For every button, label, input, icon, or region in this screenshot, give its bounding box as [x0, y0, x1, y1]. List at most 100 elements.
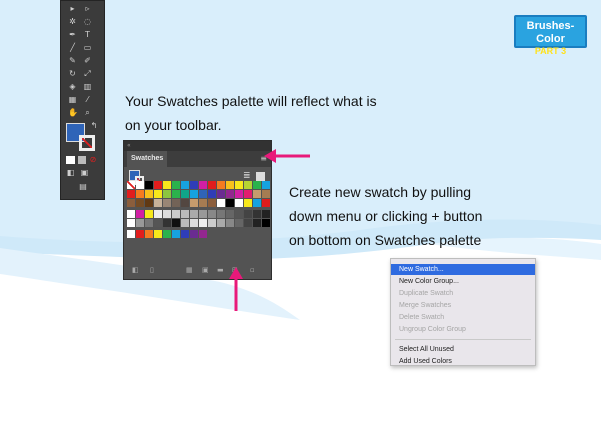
stroke-color-swatch[interactable]	[79, 135, 95, 151]
swatch-chip[interactable]	[136, 210, 144, 218]
swatch-chip[interactable]	[190, 181, 198, 189]
swatch-chip[interactable]	[181, 230, 189, 238]
swatch-chip[interactable]	[190, 190, 198, 198]
swatch-chip[interactable]	[208, 219, 216, 227]
swatch-chip[interactable]	[226, 210, 234, 218]
swatch-chip[interactable]	[235, 210, 243, 218]
swatch-chip[interactable]	[199, 190, 207, 198]
swatch-chip[interactable]	[235, 199, 243, 207]
menu-item-new-swatch[interactable]: New Swatch...	[391, 264, 535, 275]
swatch-chip[interactable]	[136, 181, 144, 189]
swatch-chip[interactable]	[163, 210, 171, 218]
hand-tool-icon[interactable]: ✋	[68, 109, 78, 117]
swatch-chip[interactable]	[127, 210, 135, 218]
scale-tool-icon[interactable]: ⤢	[83, 70, 92, 78]
swatch-chip[interactable]	[163, 181, 171, 189]
swatch-chip[interactable]	[226, 190, 234, 198]
swatch-chip[interactable]	[217, 210, 225, 218]
swatch-chip[interactable]	[199, 181, 207, 189]
show-kind-icon[interactable]: ▯	[150, 267, 158, 274]
gradient-mode-icon[interactable]	[78, 156, 86, 164]
swatch-chip[interactable]	[127, 219, 135, 227]
gradient-tool-icon[interactable]: ▦	[68, 96, 77, 104]
swatch-chip[interactable]	[253, 199, 261, 207]
menu-item-add-used-colors[interactable]: Add Used Colors	[391, 356, 535, 365]
swatch-chip[interactable]	[172, 219, 180, 227]
swatch-chip[interactable]	[127, 199, 135, 207]
swatch-chip[interactable]	[208, 199, 216, 207]
swatch-chip[interactable]	[172, 230, 180, 238]
menu-item-merge-swatches[interactable]: Merge Swatches	[391, 300, 535, 311]
swatch-chip[interactable]	[253, 181, 261, 189]
paintbrush-tool-icon[interactable]: ✎	[68, 57, 77, 65]
color-group-icon[interactable]: ▣	[202, 267, 210, 274]
swatch-chip[interactable]	[172, 199, 180, 207]
collapse-icon[interactable]: «	[127, 141, 131, 151]
swatch-chip[interactable]	[136, 230, 144, 238]
swatch-chip[interactable]	[154, 230, 162, 238]
menu-item-delete-swatch[interactable]: Delete Swatch	[391, 312, 535, 323]
swatch-chip[interactable]	[181, 190, 189, 198]
swatch-options-icon[interactable]: ▦	[186, 267, 194, 274]
swatch-chip[interactable]	[181, 210, 189, 218]
swatch-chip[interactable]	[199, 210, 207, 218]
swatch-chip[interactable]	[181, 199, 189, 207]
swatch-chip[interactable]	[226, 199, 234, 207]
column-graph-tool-icon[interactable]: ▥	[83, 83, 92, 91]
rotate-tool-icon[interactable]: ↻	[68, 70, 77, 78]
swatch-chip[interactable]	[154, 190, 162, 198]
swatch-chip[interactable]	[244, 219, 252, 227]
swatch-chip[interactable]	[127, 190, 135, 198]
swatch-chip[interactable]	[262, 199, 270, 207]
eyedropper-tool-icon[interactable]: ⁄	[83, 96, 92, 104]
swatch-chip[interactable]	[244, 210, 252, 218]
direct-selection-tool-icon[interactable]: ▹	[83, 5, 92, 13]
magic-wand-tool-icon[interactable]: ✲	[68, 18, 77, 26]
menu-item-duplicate-swatch[interactable]: Duplicate Swatch	[391, 288, 535, 299]
swatch-chip[interactable]	[190, 199, 198, 207]
swatch-chip[interactable]	[190, 230, 198, 238]
swatch-chip[interactable]	[154, 181, 162, 189]
swatch-chip[interactable]	[217, 219, 225, 227]
swatch-chip[interactable]	[199, 219, 207, 227]
swatch-chip[interactable]	[127, 181, 135, 189]
swatch-chip[interactable]	[181, 219, 189, 227]
swatch-chip[interactable]	[181, 181, 189, 189]
swatch-chip[interactable]	[190, 219, 198, 227]
none-mode-icon[interactable]: ⊘	[89, 156, 97, 164]
swatch-chip[interactable]	[244, 181, 252, 189]
swatch-chip[interactable]	[172, 190, 180, 198]
swatch-chip[interactable]	[163, 190, 171, 198]
swatch-chip[interactable]	[262, 190, 270, 198]
swatch-chip[interactable]	[172, 210, 180, 218]
swatch-chip[interactable]	[163, 230, 171, 238]
folder-icon[interactable]: ▬	[217, 267, 225, 274]
swatch-chip[interactable]	[244, 190, 252, 198]
swatch-chip[interactable]	[226, 181, 234, 189]
swatch-chip[interactable]	[136, 199, 144, 207]
swatch-chip[interactable]	[253, 190, 261, 198]
swatch-chip[interactable]	[199, 230, 207, 238]
menu-item-ungroup-color-group[interactable]: Ungroup Color Group	[391, 324, 535, 335]
swatch-chip[interactable]	[145, 181, 153, 189]
swatch-chip[interactable]	[262, 219, 270, 227]
swatch-chip[interactable]	[244, 199, 252, 207]
swatch-chip[interactable]	[217, 199, 225, 207]
swatch-chip[interactable]	[172, 181, 180, 189]
swatch-chip[interactable]	[235, 190, 243, 198]
color-mode-icon[interactable]	[66, 156, 75, 164]
pencil-tool-icon[interactable]: ✐	[83, 57, 92, 65]
swatch-chip[interactable]	[217, 181, 225, 189]
swatch-chip[interactable]	[190, 210, 198, 218]
swap-fill-stroke-icon[interactable]: ↰	[90, 122, 98, 130]
swatch-chip[interactable]	[235, 219, 243, 227]
swatch-chip[interactable]	[145, 190, 153, 198]
drawing-mode-icon[interactable]: ◧	[66, 169, 75, 177]
swatch-libraries-icon[interactable]: ◧	[132, 267, 140, 274]
delete-swatch-icon[interactable]: ▫	[250, 267, 258, 274]
swatch-chip[interactable]	[154, 199, 162, 207]
swatch-chip[interactable]	[136, 219, 144, 227]
rectangle-tool-icon[interactable]: ▭	[83, 44, 92, 52]
swatch-chip[interactable]	[154, 210, 162, 218]
pen-tool-icon[interactable]: ✒	[68, 31, 77, 39]
